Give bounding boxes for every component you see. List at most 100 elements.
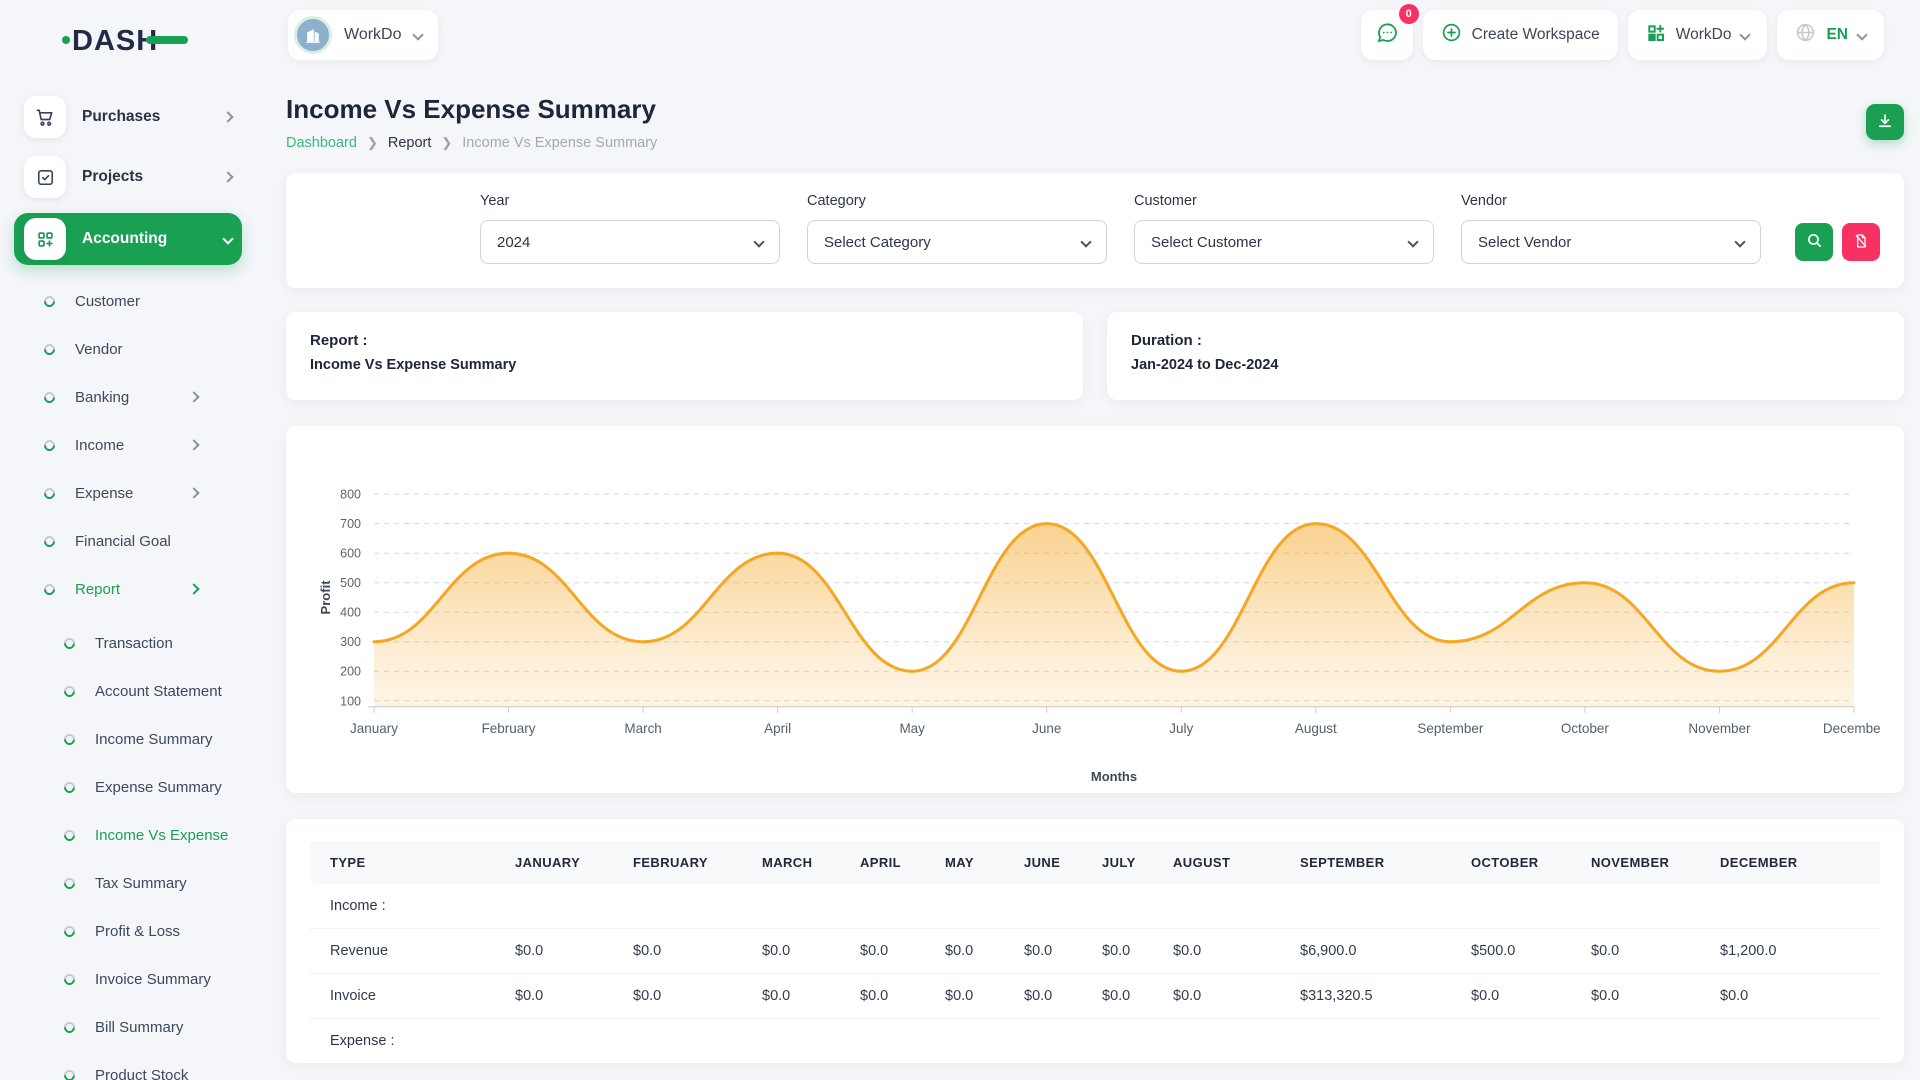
download-icon: [1876, 112, 1894, 133]
chevron-right-icon: [188, 583, 199, 594]
sidebar-item-account-statement[interactable]: Account Statement: [0, 667, 256, 715]
breadcrumb-dashboard[interactable]: Dashboard: [286, 135, 357, 151]
breadcrumb-report[interactable]: Report: [388, 135, 432, 151]
bullet-icon: [62, 683, 78, 699]
chevron-down-icon: [1740, 29, 1751, 40]
bullet-icon: [62, 731, 78, 747]
topbar-actions: 0 Create Workspace WorkDo EN: [1361, 10, 1884, 60]
sidebar-item-bill-summary[interactable]: Bill Summary: [0, 1003, 256, 1051]
sidebar-item-income-vs-expense[interactable]: Income Vs Expense: [0, 811, 256, 859]
sidebar-item-expense[interactable]: Expense: [0, 469, 256, 517]
chevron-down-icon: [1734, 236, 1745, 247]
svg-text:800: 800: [340, 488, 361, 502]
reset-filter-button[interactable]: [1842, 223, 1880, 261]
page-title: Income Vs Expense Summary: [286, 94, 657, 125]
create-workspace-button[interactable]: Create Workspace: [1423, 10, 1618, 60]
svg-text:February: February: [482, 721, 536, 736]
sidebar-item-vendor[interactable]: Vendor: [0, 325, 256, 373]
year-select[interactable]: 2024: [480, 220, 780, 264]
svg-text:November: November: [1688, 721, 1751, 736]
sidebar-item-accounting[interactable]: Accounting: [14, 213, 242, 265]
svg-text:300: 300: [340, 635, 361, 649]
col-november: NOVEMBER: [1587, 841, 1716, 884]
sidebar-item-transaction[interactable]: Transaction: [0, 619, 256, 667]
file-slash-icon: [1853, 233, 1869, 252]
svg-text:100: 100: [340, 694, 361, 708]
duration-card-value: Jan-2024 to Dec-2024: [1131, 357, 1880, 373]
workspace-selector[interactable]: WorkDo: [288, 10, 438, 60]
download-report-button[interactable]: [1866, 104, 1904, 140]
main-content: Income Vs Expense Summary Dashboard ❯ Re…: [256, 70, 1920, 1080]
svg-text:600: 600: [340, 547, 361, 561]
svg-text:700: 700: [340, 517, 361, 531]
sidebar-item-purchases[interactable]: Purchases: [14, 93, 242, 141]
profit-area-chart[interactable]: 100200300400500600700800JanuaryFebruaryM…: [310, 436, 1880, 787]
sidebar-item-expense-summary[interactable]: Expense Summary: [0, 763, 256, 811]
sidebar-item-income[interactable]: Income: [0, 421, 256, 469]
bullet-icon: [42, 293, 58, 309]
sidebar-item-financial-goal[interactable]: Financial Goal: [0, 517, 256, 565]
chevron-down-icon: [1856, 29, 1867, 40]
chevron-right-icon: [222, 171, 233, 182]
sidebar-item-income-summary[interactable]: Income Summary: [0, 715, 256, 763]
bullet-icon: [62, 779, 78, 795]
svg-text:April: April: [764, 721, 791, 736]
sidebar-item-profit-loss[interactable]: Profit & Loss: [0, 907, 256, 955]
table-row-revenue: Revenue $0.0 $0.0 $0.0 $0.0 $0.0 $0.0 $0…: [310, 929, 1880, 974]
chevron-right-icon: [188, 487, 199, 498]
summary-cards: Report : Income Vs Expense Summary Durat…: [286, 312, 1904, 400]
year-filter: Year 2024: [480, 193, 780, 264]
breadcrumb: Dashboard ❯ Report ❯ Income Vs Expense S…: [286, 135, 657, 151]
svg-text:500: 500: [340, 576, 361, 590]
col-june: JUNE: [1020, 841, 1098, 884]
sidebar-item-product-stock[interactable]: Product Stock: [0, 1051, 256, 1080]
svg-text:August: August: [1295, 721, 1337, 736]
language-code: EN: [1826, 26, 1848, 44]
bullet-icon: [62, 635, 78, 651]
notification-badge: 0: [1399, 4, 1419, 24]
chat-bubble-icon: [1375, 21, 1399, 50]
chevron-down-icon: [753, 236, 764, 247]
bullet-icon: [62, 875, 78, 891]
svg-text:July: July: [1169, 721, 1193, 736]
sidebar-item-banking[interactable]: Banking: [0, 373, 256, 421]
category-select[interactable]: Select Category: [807, 220, 1107, 264]
section-row-expense: Expense :: [310, 1019, 1880, 1064]
bullet-icon: [42, 389, 58, 405]
sidebar-item-label: Accounting: [82, 230, 224, 248]
col-july: JULY: [1098, 841, 1169, 884]
grid-plus-icon: [1646, 23, 1666, 48]
workdo-menu-button[interactable]: WorkDo: [1628, 10, 1768, 60]
plus-circle-icon: [1441, 22, 1462, 48]
sidebar-item-tax-summary[interactable]: Tax Summary: [0, 859, 256, 907]
duration-card-title: Duration :: [1131, 332, 1880, 349]
svg-text:January: January: [350, 721, 398, 736]
sidebar-item-invoice-summary[interactable]: Invoice Summary: [0, 955, 256, 1003]
chevron-down-icon: [1080, 236, 1091, 247]
sidebar-item-label: Projects: [82, 168, 224, 186]
svg-text:400: 400: [340, 606, 361, 620]
messages-button[interactable]: 0: [1361, 10, 1413, 60]
dash-logo[interactable]: DASH: [62, 22, 256, 63]
svg-text:200: 200: [340, 665, 361, 679]
svg-text:DASH: DASH: [72, 25, 158, 57]
breadcrumb-current: Income Vs Expense Summary: [462, 135, 657, 151]
apply-filter-button[interactable]: [1795, 223, 1833, 261]
col-february: FEBRUARY: [629, 841, 758, 884]
customer-label: Customer: [1134, 193, 1434, 209]
sidebar-item-customer[interactable]: Customer: [0, 277, 256, 325]
svg-text:September: September: [1417, 721, 1483, 736]
section-row-income: Income :: [310, 884, 1880, 929]
bullet-icon: [62, 923, 78, 939]
year-label: Year: [480, 193, 780, 209]
sidebar-item-projects[interactable]: Projects: [14, 153, 242, 201]
workspace-name: WorkDo: [344, 26, 402, 44]
sidebar-item-report[interactable]: Report: [0, 565, 256, 613]
vendor-filter: Vendor Select Vendor: [1461, 193, 1761, 264]
vendor-select[interactable]: Select Vendor: [1461, 220, 1761, 264]
chevron-right-icon: [188, 391, 199, 402]
search-icon: [1806, 232, 1823, 252]
chevron-separator-icon: ❯: [441, 135, 452, 151]
language-selector[interactable]: EN: [1777, 10, 1884, 60]
customer-select[interactable]: Select Customer: [1134, 220, 1434, 264]
